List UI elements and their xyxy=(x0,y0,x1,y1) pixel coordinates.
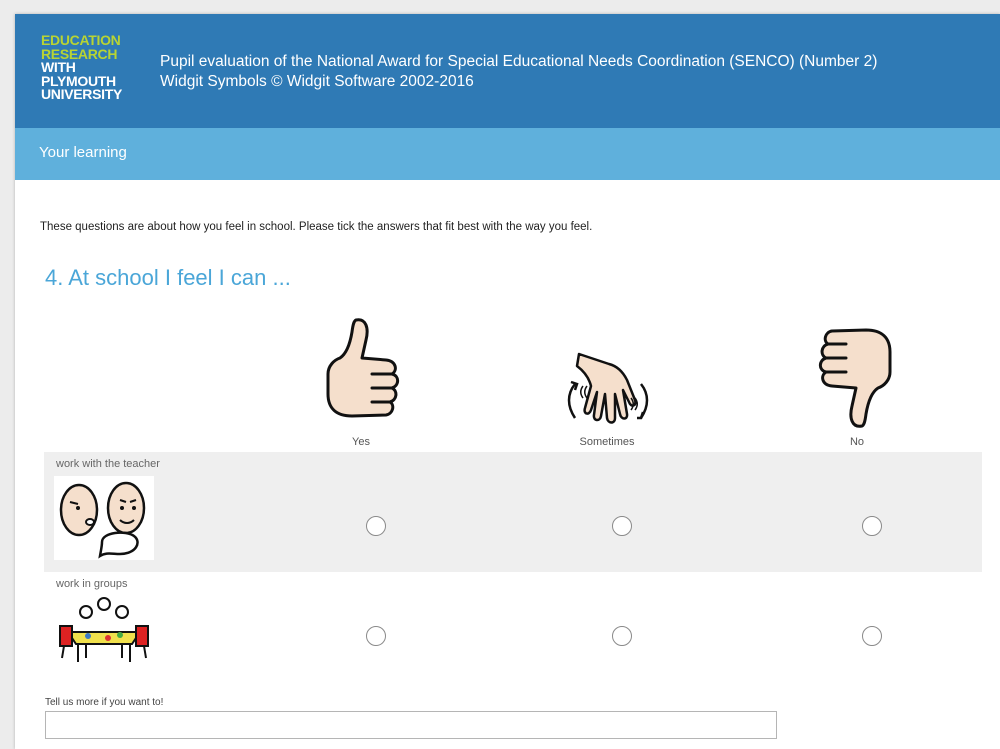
column-yes: Yes xyxy=(291,314,431,448)
page-header: EDUCATION RESEARCH WITH PLYMOUTH UNIVERS… xyxy=(15,14,1000,128)
thumbs-up-icon xyxy=(326,318,400,418)
survey-title: Pupil evaluation of the National Award f… xyxy=(160,53,878,70)
row-label: work in groups xyxy=(56,578,128,590)
column-sometimes: Sometimes xyxy=(537,314,677,448)
column-label-yes: Yes xyxy=(352,436,370,448)
more-info-input[interactable] xyxy=(45,711,777,739)
radio-groups-no[interactable] xyxy=(862,626,882,646)
header-text: Pupil evaluation of the National Award f… xyxy=(160,52,877,92)
more-info-label: Tell us more if you want to! xyxy=(45,697,164,708)
question-row-groups: work in groups xyxy=(44,572,982,692)
university-logo: EDUCATION RESEARCH WITH PLYMOUTH UNIVERS… xyxy=(41,32,123,102)
column-label-sometimes: Sometimes xyxy=(579,436,635,448)
section-title: Your learning xyxy=(39,144,127,161)
row-label: work with the teacher xyxy=(56,458,160,470)
intro-text: These questions are about how you feel i… xyxy=(40,221,593,233)
section-bar: Your learning xyxy=(15,128,1000,180)
radio-groups-sometimes[interactable] xyxy=(612,626,632,646)
copyright-notice: Widgit Symbols © Widgit Software 2002-20… xyxy=(160,73,474,90)
question-row-teacher: work with the teacher xyxy=(44,452,982,572)
group-table-icon xyxy=(54,596,154,671)
radio-teacher-sometimes[interactable] xyxy=(612,516,632,536)
radio-teacher-yes[interactable] xyxy=(366,516,386,536)
question-title: 4. At school I feel I can ... xyxy=(45,265,291,290)
survey-page: EDUCATION RESEARCH WITH PLYMOUTH UNIVERS… xyxy=(15,14,1000,749)
column-no: No xyxy=(787,314,927,448)
talking-faces-icon xyxy=(54,476,154,565)
column-label-no: No xyxy=(849,436,865,448)
thumbs-down-icon xyxy=(818,328,892,428)
wavering-hand-icon xyxy=(567,352,649,424)
radio-groups-yes[interactable] xyxy=(366,626,386,646)
radio-teacher-no[interactable] xyxy=(862,516,882,536)
